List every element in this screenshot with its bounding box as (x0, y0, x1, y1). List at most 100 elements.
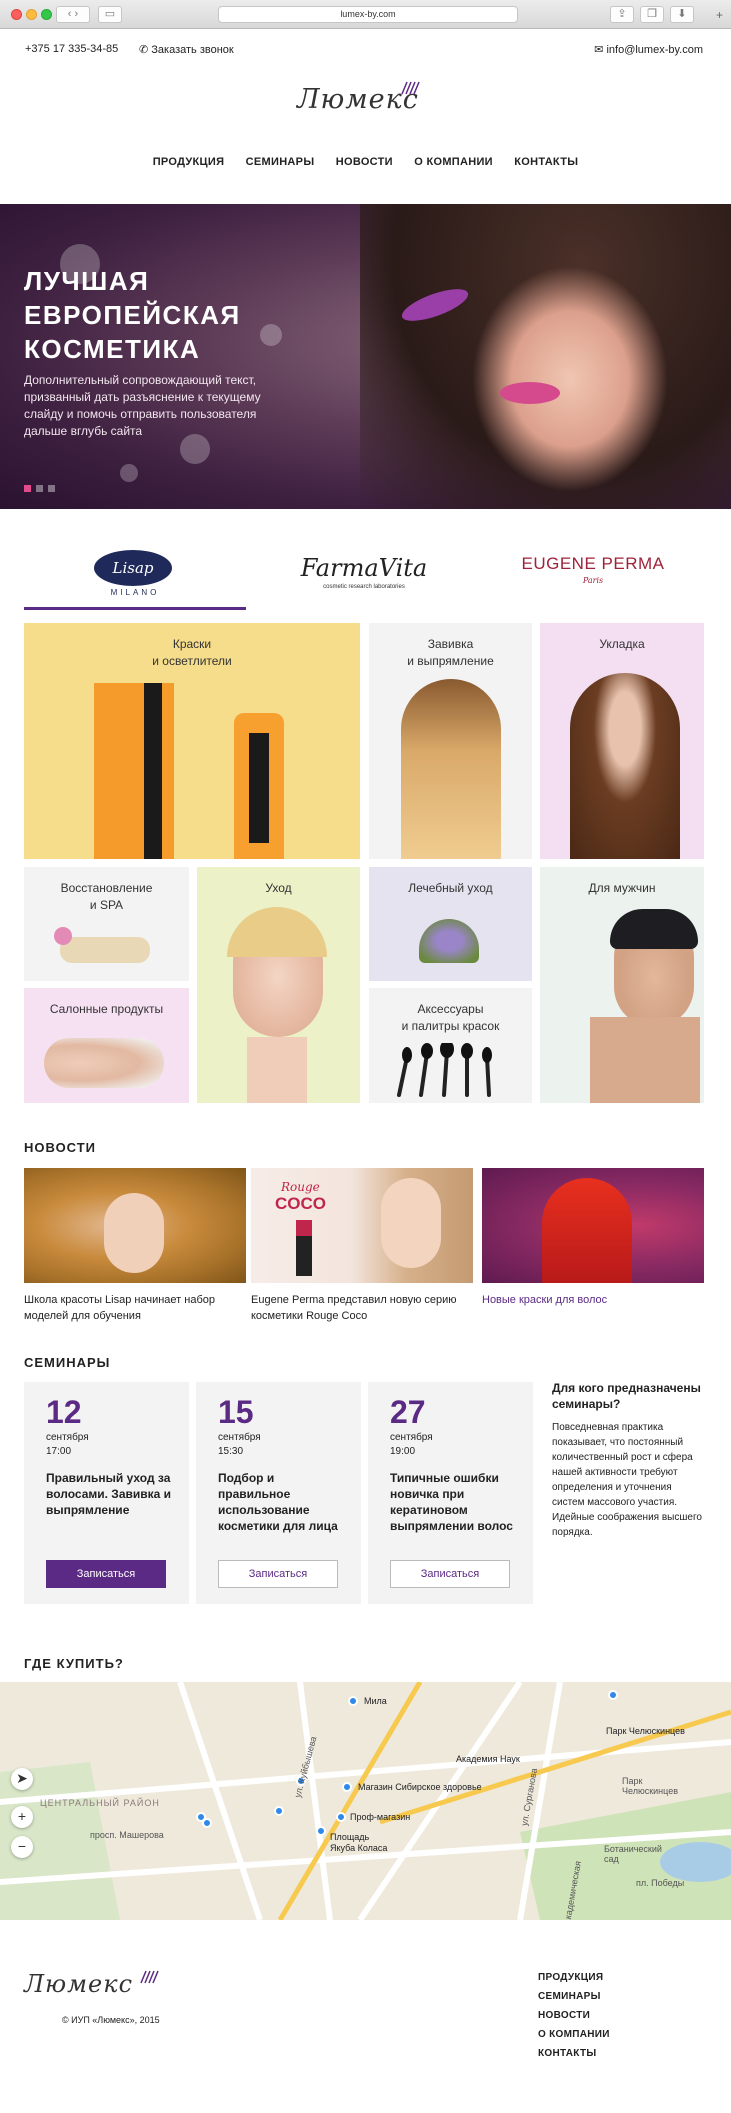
map-label: Площадь Якуба Коласа (330, 1832, 388, 1853)
zoom-in-button[interactable]: + (11, 1806, 33, 1828)
seminar-day: 15 (218, 1394, 254, 1430)
category-label: Завивка и выпрямление (407, 637, 494, 668)
category-label: Краски и осветлители (152, 637, 232, 668)
map-label: пл. Победы (636, 1878, 685, 1888)
where-heading: ГДЕ КУПИТЬ? (24, 1656, 124, 1671)
share-icon[interactable]: ⇪ (610, 6, 634, 23)
category-tile[interactable]: Краски и осветлители (24, 623, 360, 859)
minimize-window-button[interactable] (26, 9, 37, 20)
spa-stones-image (60, 937, 150, 963)
callback-link[interactable]: ✆ Заказать звонок (139, 43, 234, 56)
store-pin[interactable] (316, 1826, 326, 1836)
seminar-title: Типичные ошибки новичка при кератиновом … (390, 1471, 513, 1533)
footer-nav: ПРОДУКЦИЯ СЕМИНАРЫ НОВОСТИ О КОМПАНИИ КО… (538, 1968, 610, 2063)
category-label: Для мужчин (588, 881, 656, 895)
phone-number[interactable]: +375 17 335-34-85 (25, 43, 118, 55)
store-map[interactable]: Мила Академия Наук Парк Челюскинцев Мага… (0, 1682, 731, 1920)
nav-item-contacts[interactable]: КОНТАКТЫ (514, 156, 578, 168)
map-label: Магазин Сибирское здоровье (358, 1782, 482, 1792)
store-pin[interactable] (202, 1818, 212, 1828)
store-pin[interactable] (342, 1782, 352, 1792)
category-tile[interactable]: Аксессуары и палитры красок (369, 988, 532, 1103)
brand-tab-eugene-perma[interactable]: EUGENE PERMA Paris (482, 540, 704, 610)
map-label: Проф-магазин (350, 1812, 411, 1822)
seminar-card: 27 сентября 19:00 Типичные ошибки новичк… (368, 1382, 533, 1604)
seminar-month: сентября (46, 1432, 89, 1443)
category-tile[interactable]: Восстановление и SPA (24, 867, 189, 981)
neck-image (247, 1037, 307, 1103)
box-stripe (144, 683, 162, 859)
store-pin[interactable] (348, 1696, 358, 1706)
news-caption[interactable]: Новые краски для волос (482, 1292, 704, 1308)
model-face (104, 1193, 164, 1273)
email-link[interactable]: ✉ info@lumex-by.com (594, 43, 703, 56)
site-logo[interactable]: Люмекс (289, 79, 439, 125)
category-label: Салонные продукты (49, 1002, 164, 1016)
map-label: ЦЕНТРАЛЬНЫЙ РАЙОН (40, 1798, 160, 1808)
locate-icon[interactable]: ➤ (11, 1768, 33, 1790)
news-image (24, 1168, 246, 1283)
download-icon[interactable]: ⬇ (670, 6, 694, 23)
slider-dot[interactable] (36, 485, 43, 492)
news-caption[interactable]: Школа красоты Lisap начинает набор модел… (24, 1292, 246, 1324)
category-label: Лечебный уход (408, 881, 493, 895)
nav-item-seminars[interactable]: СЕМИНАРЫ (246, 156, 315, 168)
zoom-out-button[interactable]: − (11, 1836, 33, 1858)
footer-nav-contacts[interactable]: КОНТАКТЫ (538, 2044, 610, 2063)
news-card[interactable]: Rouge COCO Eugene Perma представил новую… (251, 1168, 473, 1324)
farmavita-sub: cosmetic research laboratories (323, 584, 405, 590)
styled-hair-image (570, 673, 680, 859)
category-tile[interactable]: Салонные продукты (24, 988, 189, 1103)
nav-item-products[interactable]: ПРОДУКЦИЯ (153, 156, 225, 168)
news-card[interactable]: Новые краски для волос (482, 1168, 704, 1308)
slider-dot[interactable] (48, 485, 55, 492)
callback-label: Заказать звонок (151, 44, 234, 56)
red-hair-image (542, 1178, 632, 1283)
close-window-button[interactable] (11, 9, 22, 20)
blonde-hair (227, 907, 327, 957)
brand-tab-lisap[interactable]: Lisap MILANO (24, 540, 246, 610)
category-tile[interactable]: Уход (197, 867, 360, 1103)
news-caption[interactable]: Eugene Perma представил новую серию косм… (251, 1292, 473, 1324)
email-label: info@lumex-by.com (606, 44, 703, 56)
store-pin[interactable] (608, 1690, 618, 1700)
seminar-info-title: Для кого предназначены семинары? (552, 1381, 701, 1411)
map-label: Мила (364, 1696, 387, 1706)
maximize-window-button[interactable] (41, 9, 52, 20)
category-tile[interactable]: Лечебный уход (369, 867, 532, 981)
register-button[interactable]: Записаться (218, 1560, 338, 1588)
man-hair (610, 909, 698, 949)
new-tab-icon[interactable]: + (716, 8, 723, 22)
store-pin[interactable] (274, 1806, 284, 1816)
browser-chrome: ‹ › ▭ lumex-by.com ⇪ ❐ ⬇ + (0, 0, 731, 29)
map-label: Парк Челюскинцев (606, 1726, 685, 1736)
footer-nav-news[interactable]: НОВОСТИ (538, 2006, 610, 2025)
category-tile[interactable]: Укладка (540, 623, 704, 859)
back-forward-buttons[interactable]: ‹ › (56, 6, 90, 23)
lisap-sub: MILANO (110, 588, 160, 597)
nav-item-news[interactable]: НОВОСТИ (336, 156, 393, 168)
sidebar-icon[interactable]: ▭ (98, 6, 122, 23)
address-bar[interactable]: lumex-by.com (218, 6, 518, 23)
eugene-perma-logo: EUGENE PERMA (521, 554, 665, 573)
category-tile[interactable]: Для мужчин (540, 867, 704, 1103)
tabs-icon[interactable]: ❐ (640, 6, 664, 23)
seminars-heading: СЕМИНАРЫ (24, 1355, 111, 1370)
nav-item-about[interactable]: О КОМПАНИИ (414, 156, 493, 168)
news-card[interactable]: Школа красоты Lisap начинает набор модел… (24, 1168, 246, 1324)
footer-nav-products[interactable]: ПРОДУКЦИЯ (538, 1968, 610, 1987)
seminar-month: сентября (218, 1432, 261, 1443)
footer-nav-about[interactable]: О КОМПАНИИ (538, 2025, 610, 2044)
hero-slider[interactable]: ЛУЧШАЯ ЕВРОПЕЙСКАЯ КОСМЕТИКА Дополнитель… (0, 204, 731, 509)
footer-nav-seminars[interactable]: СЕМИНАРЫ (538, 1987, 610, 2006)
register-button[interactable]: Записаться (390, 1560, 510, 1588)
brand-tab-farmavita[interactable]: FarmaVita cosmetic research laboratories (253, 540, 475, 610)
store-pin[interactable] (336, 1812, 346, 1822)
slider-dot[interactable] (24, 485, 31, 492)
category-tile[interactable]: Завивка и выпрямление (369, 623, 532, 859)
hero-title: ЛУЧШАЯ ЕВРОПЕЙСКАЯ КОСМЕТИКА (24, 264, 324, 366)
seminar-info: Для кого предназначены семинары? Повседн… (552, 1380, 702, 1540)
seminar-card: 12 сентября 17:00 Правильный уход за вол… (24, 1382, 189, 1604)
footer-logo[interactable]: Люмекс (24, 1970, 174, 2010)
register-button[interactable]: Записаться (46, 1560, 166, 1588)
